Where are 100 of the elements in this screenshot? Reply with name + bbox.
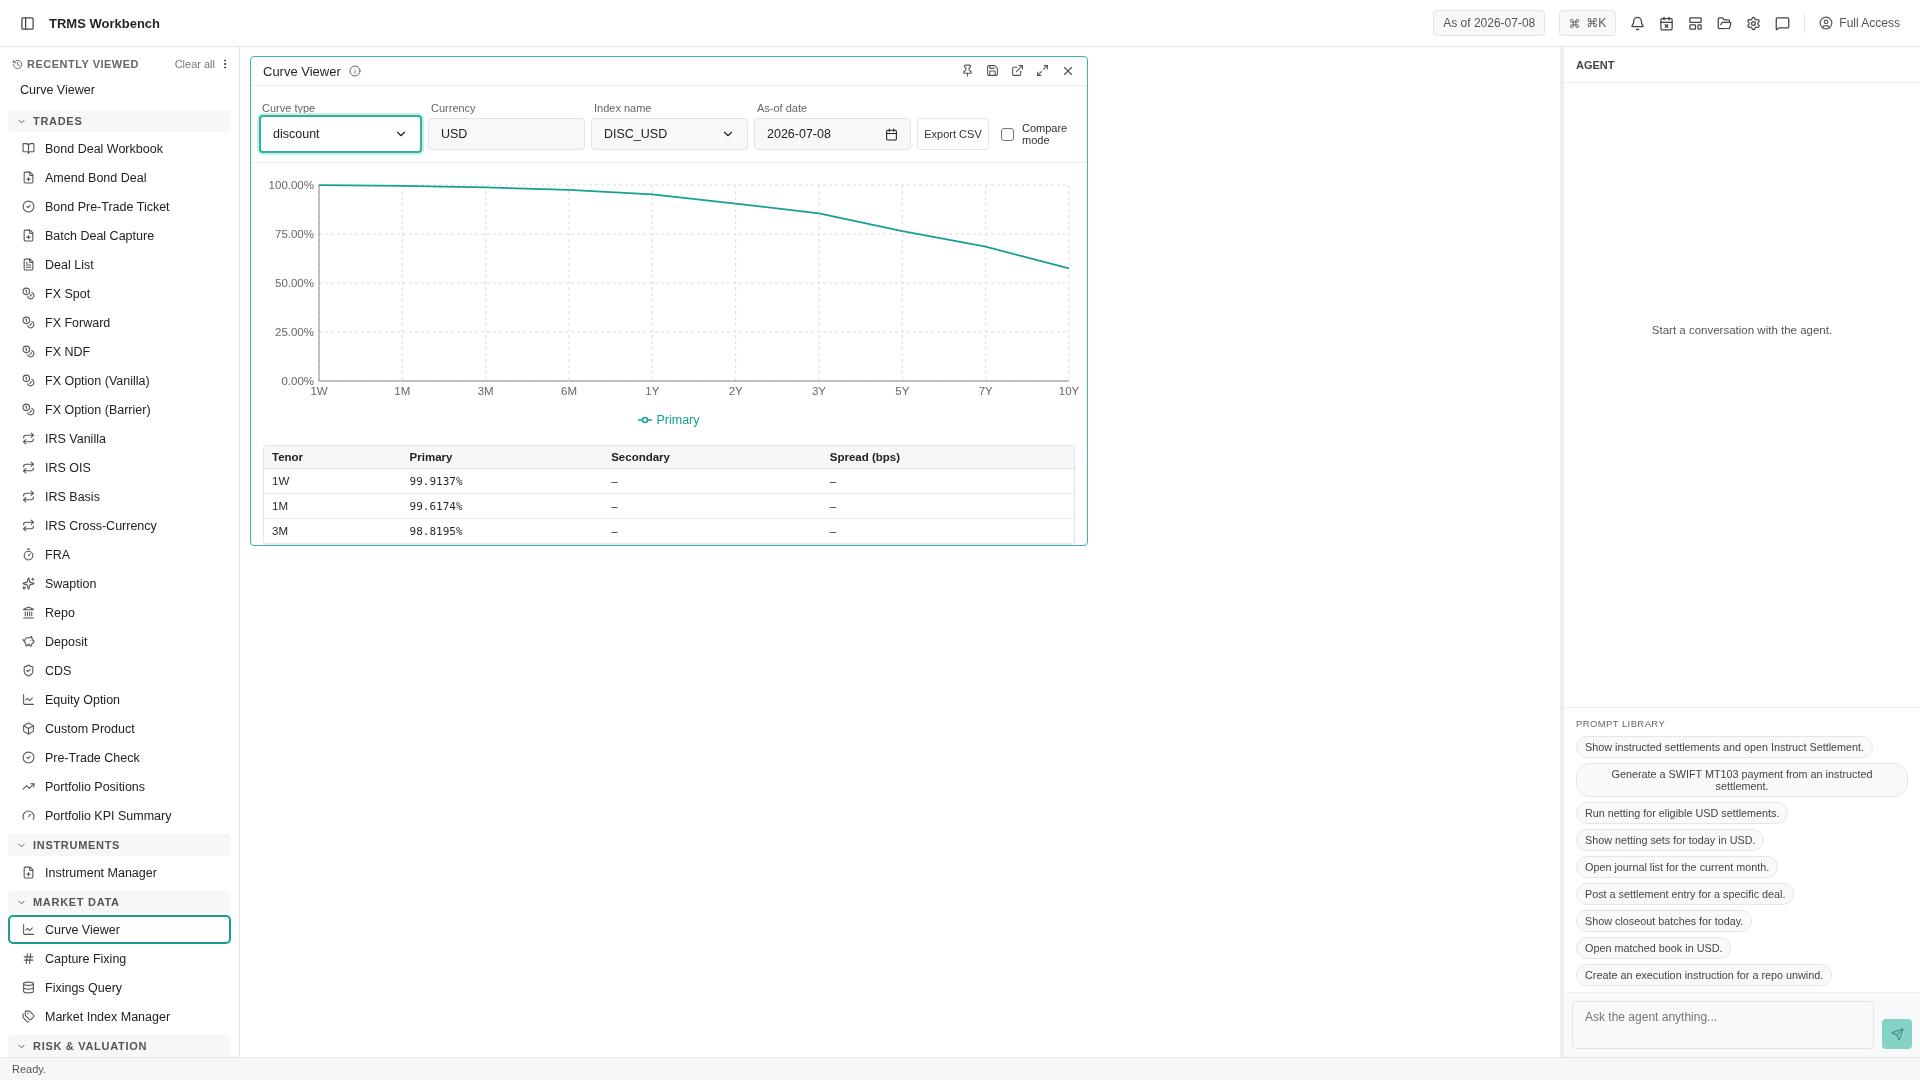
file-plus-icon xyxy=(22,866,35,879)
field-label: Currency xyxy=(430,102,477,114)
folder-icon[interactable] xyxy=(1717,15,1733,31)
export-csv-button[interactable]: Export CSV xyxy=(917,118,989,150)
book-icon xyxy=(22,142,35,155)
check-circle-icon xyxy=(22,200,35,213)
timer-icon xyxy=(22,548,35,561)
nav-item[interactable]: FX Option (Barrier) xyxy=(8,395,231,424)
prompt-chip[interactable]: Generate a SWIFT MT103 payment from an instructed settlement. xyxy=(1576,763,1908,797)
section-header[interactable]: MARKET DATA xyxy=(8,891,231,913)
calendar-icon[interactable] xyxy=(1659,15,1675,31)
nav-item[interactable]: Swaption xyxy=(8,569,231,598)
line-chart-icon xyxy=(22,923,35,936)
section-header[interactable]: RISK & VALUATION xyxy=(8,1035,231,1057)
bell-icon[interactable] xyxy=(1630,15,1646,31)
message-input[interactable]: Ask the agent anything... xyxy=(1572,1001,1874,1049)
database-icon xyxy=(22,981,35,994)
calendar-icon xyxy=(885,127,898,141)
save-icon[interactable] xyxy=(986,64,999,77)
table-cell: 3M xyxy=(264,518,402,544)
prompt-chip[interactable]: Open journal list for the current month. xyxy=(1576,856,1779,878)
nav-item[interactable]: Portfolio KPI Summary xyxy=(8,801,231,830)
close-icon[interactable] xyxy=(1061,64,1075,78)
table-cell: – xyxy=(821,468,1074,494)
nav-item[interactable]: Capture Fixing xyxy=(8,944,231,973)
settings-icon[interactable] xyxy=(1746,15,1762,31)
nav-item[interactable]: FX Forward xyxy=(8,308,231,337)
file-plus-icon xyxy=(22,229,35,242)
access-button[interactable]: Full Access xyxy=(1819,16,1900,30)
sparkles-icon xyxy=(22,577,35,590)
select-field[interactable]: DISC_USD xyxy=(591,118,748,150)
legend-label: Primary xyxy=(656,413,700,427)
nav-item[interactable]: CDS xyxy=(8,656,231,685)
send-icon xyxy=(1890,1027,1904,1041)
select-field[interactable]: discount xyxy=(259,115,422,153)
prompt-chip[interactable]: Run netting for eligible USD settlements. xyxy=(1576,802,1789,824)
table-cell: 98.8195% xyxy=(401,518,604,544)
tag-icon xyxy=(22,1010,35,1023)
prompt-chip[interactable]: Open matched book in USD. xyxy=(1576,937,1732,959)
nav-item[interactable]: Market Index Manager xyxy=(8,1002,231,1031)
sidebar-toggle-icon[interactable] xyxy=(20,15,35,31)
y-tick-label: 100.00% xyxy=(268,179,314,191)
nav-item[interactable]: Bond Pre-Trade Ticket xyxy=(8,192,231,221)
nav-item[interactable]: FX NDF xyxy=(8,337,231,366)
arrows-icon xyxy=(22,519,35,532)
nav-item[interactable]: Batch Deal Capture xyxy=(8,221,231,250)
nav-item[interactable]: Instrument Manager xyxy=(8,858,231,887)
x-tick-label: 7Y xyxy=(978,385,993,397)
nav-item[interactable]: IRS Cross-Currency xyxy=(8,511,231,540)
external-link-icon[interactable] xyxy=(1011,64,1024,77)
nav-item[interactable]: IRS OIS xyxy=(8,453,231,482)
nav-item[interactable]: Custom Product xyxy=(8,714,231,743)
nav-item[interactable]: Pre-Trade Check xyxy=(8,743,231,772)
date-field[interactable]: 2026-07-08 xyxy=(754,118,911,150)
nav-item[interactable]: FRA xyxy=(8,540,231,569)
nav-item[interactable]: Amend Bond Deal xyxy=(8,163,231,192)
prompt-chip[interactable]: Show instructed settlements and open Instruct Settlement. xyxy=(1576,736,1874,758)
file-plus-icon xyxy=(22,171,35,184)
coins-icon xyxy=(22,287,35,300)
nav-item[interactable]: Portfolio Positions xyxy=(8,772,231,801)
nav-item[interactable]: FX Option (Vanilla) xyxy=(8,366,231,395)
nav-item[interactable]: FX Spot xyxy=(8,279,231,308)
section-header[interactable]: TRADES xyxy=(8,110,231,132)
nav-item[interactable]: Fixings Query xyxy=(8,973,231,1002)
nav-item[interactable]: Deal List xyxy=(8,250,231,279)
nav-item[interactable]: Repo xyxy=(8,598,231,627)
recent-item[interactable]: Curve Viewer xyxy=(8,75,231,106)
bank-icon xyxy=(22,606,35,619)
chat-icon[interactable] xyxy=(1775,15,1791,31)
prompt-chip[interactable]: Create an execution instruction for a repo unwind. xyxy=(1576,964,1833,986)
nav-item[interactable]: Deposit xyxy=(8,627,231,656)
layout-icon[interactable] xyxy=(1688,15,1704,31)
prompt-chip[interactable]: Show closeout batches for today. xyxy=(1576,910,1753,932)
x-tick-label: 1W xyxy=(310,385,328,397)
y-tick-label: 75.00% xyxy=(275,228,314,240)
line-chart-icon xyxy=(22,693,35,706)
prompt-chip[interactable]: Post a settlement entry for a specific deal. xyxy=(1576,883,1795,905)
table-cell: 1M xyxy=(264,493,402,519)
x-tick-label: 10Y xyxy=(1058,385,1079,397)
nav-item[interactable]: Equity Option xyxy=(8,685,231,714)
status-bar: Ready. xyxy=(0,1057,1920,1080)
checkbox[interactable] xyxy=(1001,127,1014,141)
pin-icon[interactable] xyxy=(961,64,974,77)
nav-item[interactable]: Curve Viewer xyxy=(8,915,231,944)
info-icon[interactable] xyxy=(348,65,361,77)
column-header: Tenor xyxy=(264,446,402,469)
section-header[interactable]: INSTRUMENTS xyxy=(8,834,231,856)
nav-item[interactable]: IRS Vanilla xyxy=(8,424,231,453)
x-tick-label: 5Y xyxy=(895,385,910,397)
panel-title: AGENT xyxy=(1564,47,1920,83)
clear-all-link[interactable]: Clear all xyxy=(174,58,215,70)
command-palette-button[interactable]: ⌘K xyxy=(1559,10,1617,36)
coins-icon xyxy=(22,403,35,416)
nav-item[interactable]: IRS Basis xyxy=(8,482,231,511)
x-tick-label: 2Y xyxy=(728,385,743,397)
input-field[interactable]: USD xyxy=(428,118,585,150)
maximize-icon[interactable] xyxy=(1036,64,1049,77)
nav-item[interactable]: Bond Deal Workbook xyxy=(8,134,231,163)
coins-icon xyxy=(22,345,35,358)
prompt-chip[interactable]: Show netting sets for today in USD. xyxy=(1576,829,1765,851)
